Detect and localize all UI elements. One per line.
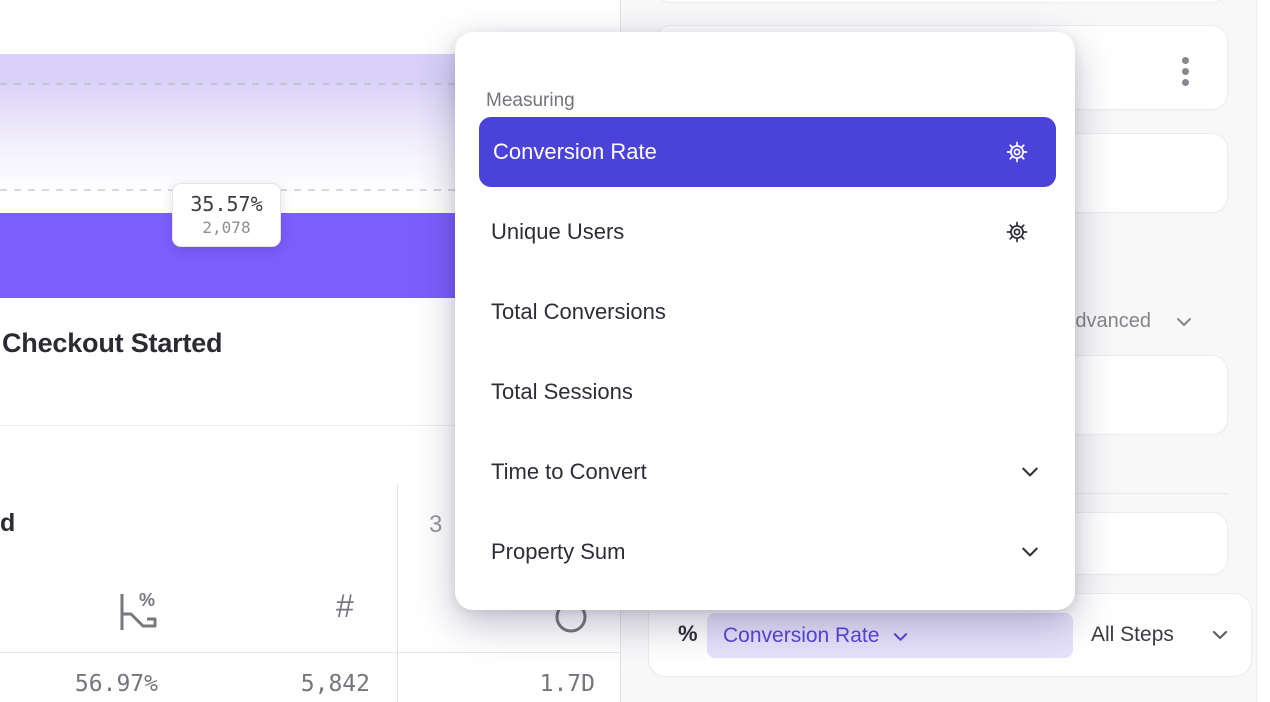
gear-icon[interactable] [1004, 139, 1030, 165]
metric-conversion-rate: 56.97% [40, 671, 158, 697]
gear-icon[interactable] [1004, 219, 1030, 245]
chevron-down-icon [893, 632, 908, 642]
menu-item-total-sessions[interactable]: Total Sessions [491, 376, 633, 408]
metric-converted-count: 5,842 [252, 671, 370, 697]
menu-item-label: Conversion Rate [493, 139, 657, 165]
chevron-down-icon[interactable] [1021, 466, 1039, 478]
svg-text:%: % [139, 590, 155, 610]
table-column-separator [397, 485, 398, 702]
chevron-down-icon[interactable] [1021, 546, 1039, 558]
funnel-tooltip: 35.57% 2,078 [172, 183, 281, 247]
total-converted-icon: # [336, 588, 354, 625]
query-card-top [655, 0, 1228, 3]
menu-item-conversion-rate[interactable]: Conversion Rate [479, 117, 1056, 187]
next-step-number: 3 [429, 511, 442, 539]
menu-item-time-to-convert[interactable]: Time to Convert [491, 456, 647, 488]
table-row-divider [0, 652, 620, 653]
chevron-down-icon [1212, 630, 1228, 640]
truncated-step-label: d [0, 509, 15, 538]
steps-selector[interactable]: All Steps [1091, 623, 1174, 647]
menu-item-total-conversions[interactable]: Total Conversions [491, 296, 666, 328]
advanced-toggle[interactable]: Advanced [1062, 310, 1151, 333]
page-right-margin [1256, 0, 1270, 702]
measuring-dropdown-header: Measuring [486, 90, 575, 112]
measuring-selector[interactable]: Conversion Rate [707, 613, 1073, 658]
step-title: Checkout Started [2, 328, 222, 359]
chevron-down-icon [1176, 317, 1192, 327]
menu-item-property-sum[interactable]: Property Sum [491, 536, 626, 568]
percent-icon: % [678, 621, 698, 647]
measuring-dropdown: Measuring Conversion Rate Unique Users T… [455, 32, 1075, 610]
measuring-selector-value: Conversion Rate [723, 624, 879, 648]
kebab-menu-button[interactable] [1182, 57, 1189, 86]
metric-time-to-convert: 1.7D [477, 671, 595, 697]
tooltip-conversion-rate: 35.57% [190, 191, 262, 217]
menu-item-unique-users[interactable]: Unique Users [491, 216, 624, 248]
tooltip-count: 2,078 [202, 217, 250, 239]
conversion-rate-icon: % [110, 588, 166, 634]
